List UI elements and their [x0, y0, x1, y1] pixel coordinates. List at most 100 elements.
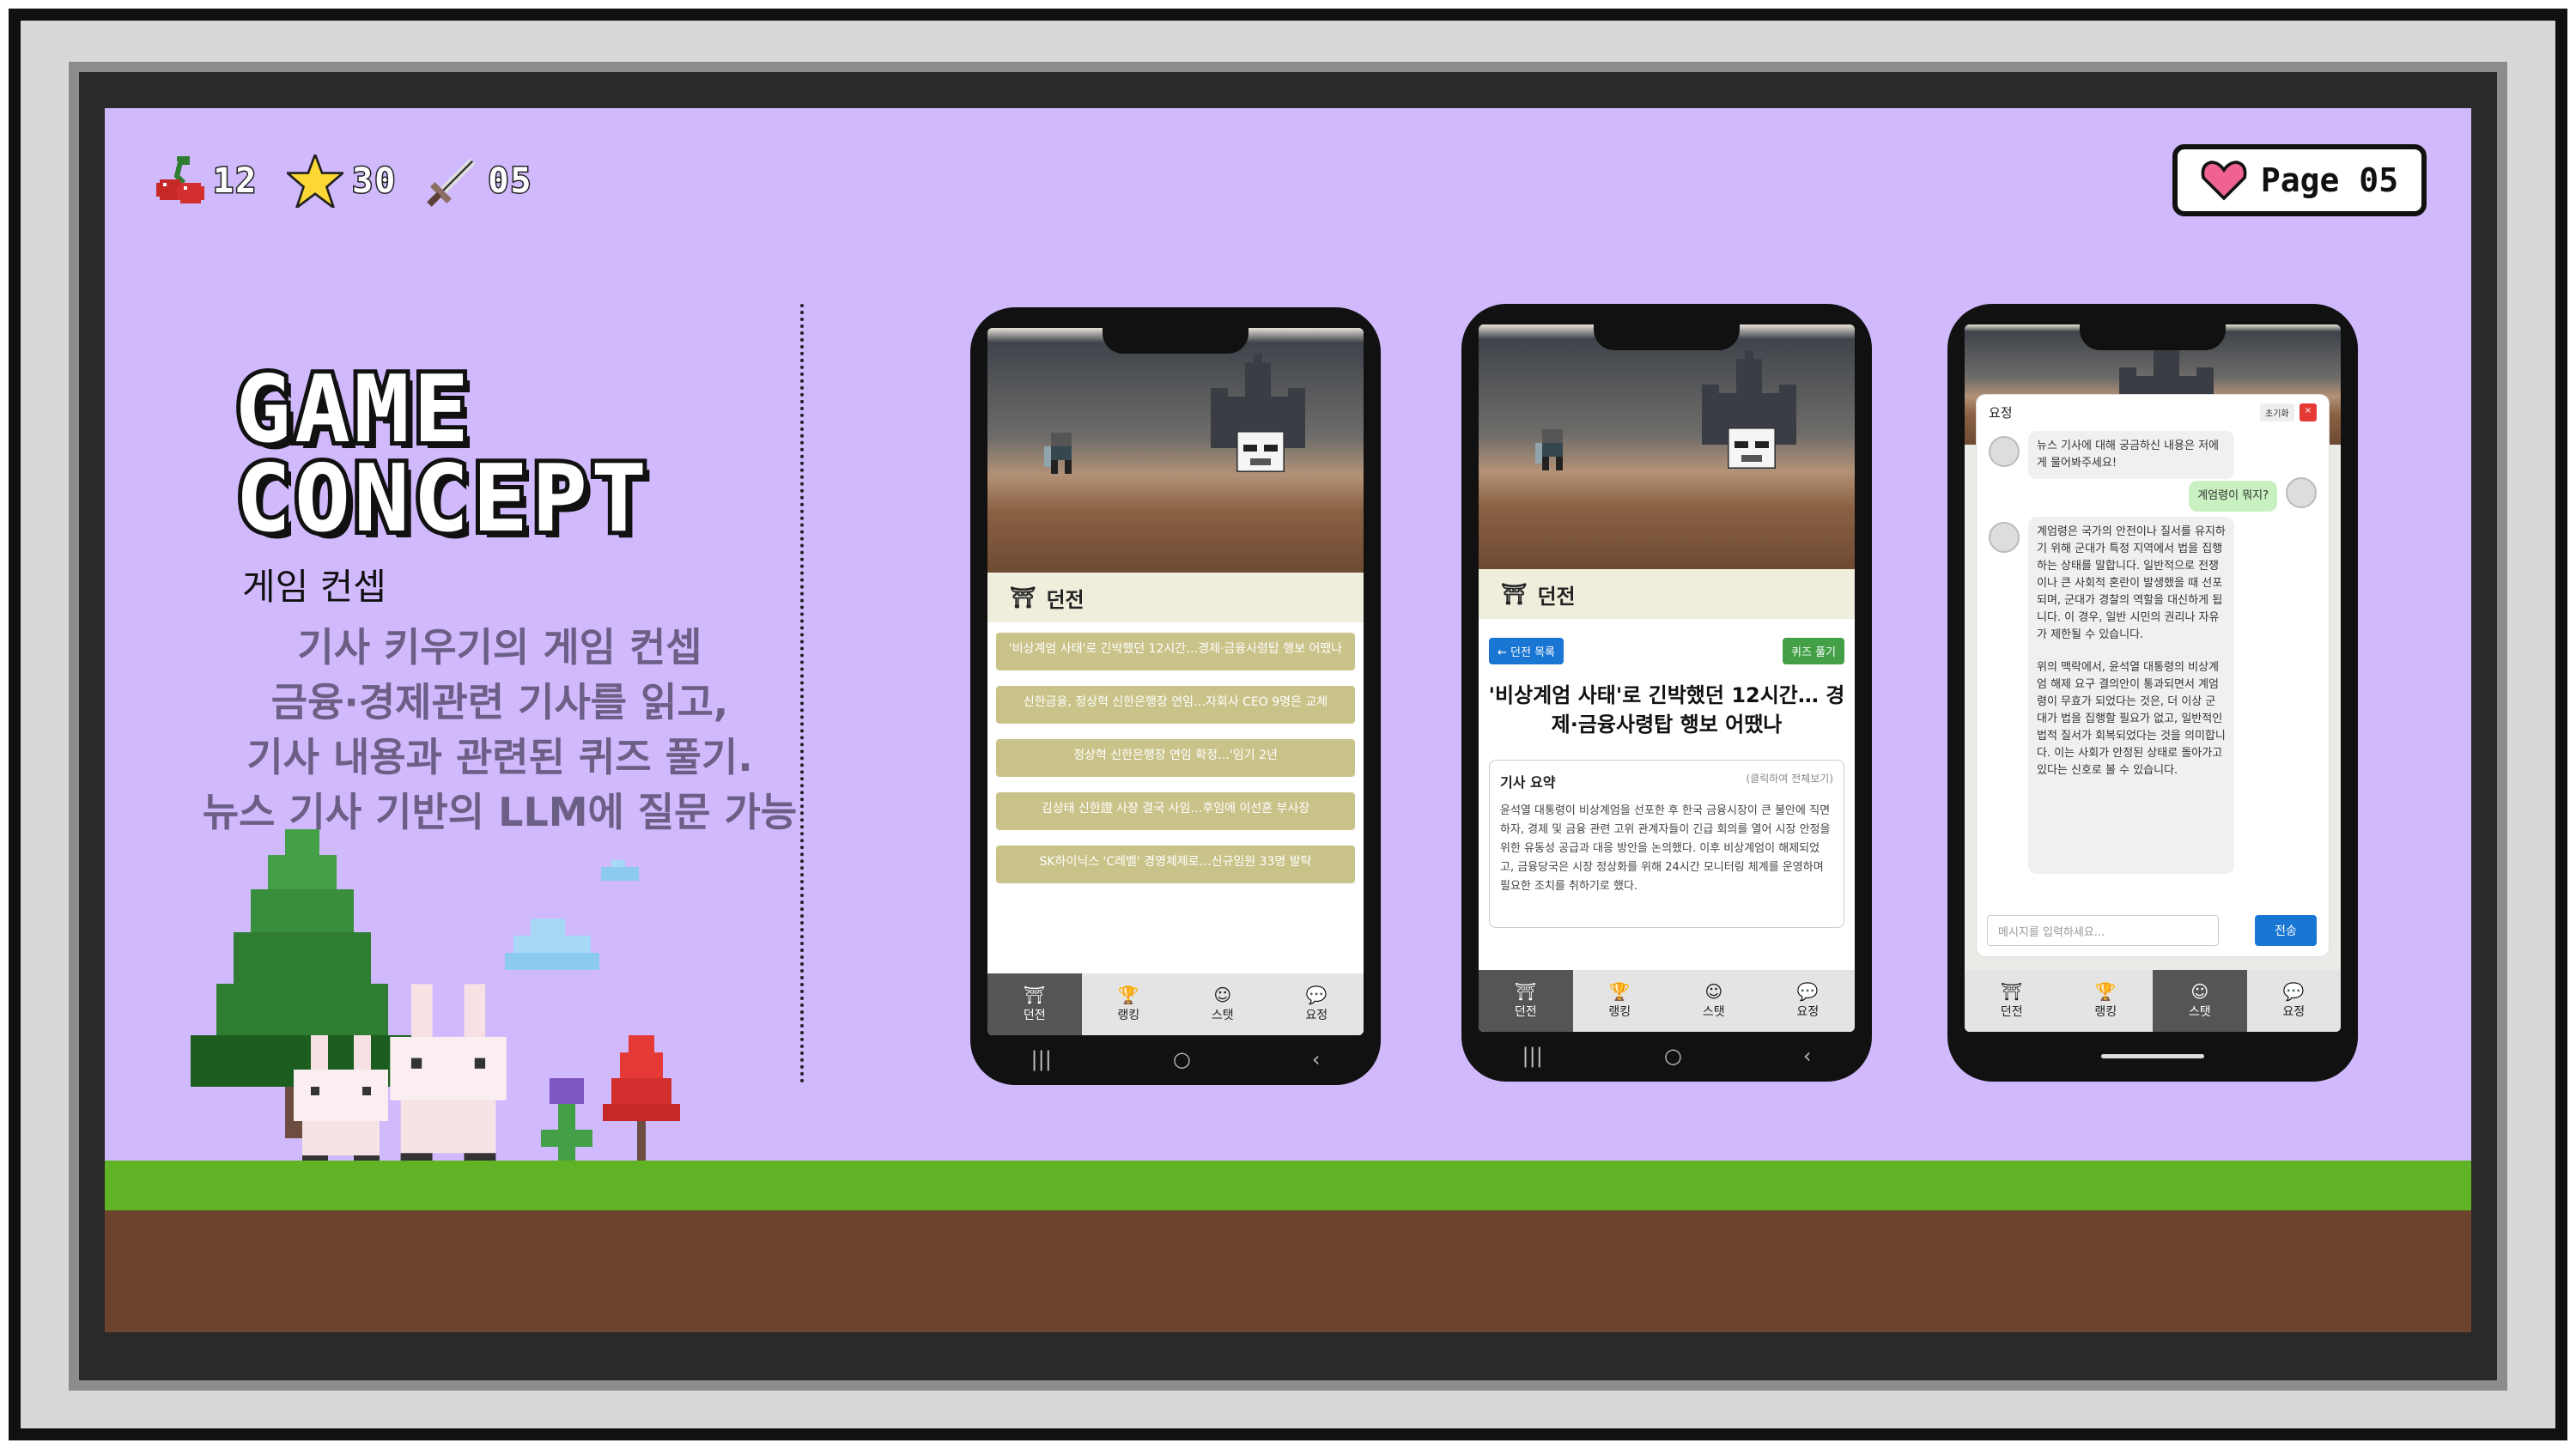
user-message: 계엄령이 뭐지? [2189, 481, 2277, 512]
fairy-message: 계엄령은 국가의 안전이나 질서를 유지하기 위해 군대가 특정 지역에서 법을… [2028, 517, 2234, 874]
trophy-icon: 🏆 [1117, 985, 1139, 1005]
article-list-item[interactable]: SK하이닉스 'C레벨' 경영체제로…신규임원 33명 발탁 [996, 846, 1355, 883]
cherry-icon [156, 156, 204, 203]
trophy-icon: 🏆 [2094, 981, 2117, 1002]
sword-counter: 05 [426, 155, 532, 208]
phone-notch [1103, 319, 1249, 354]
user-avatar [2286, 477, 2317, 508]
tulip-icon [541, 1078, 592, 1164]
article-summary-card[interactable]: 기사 요약 (클릭하여 전체보기) 윤석열 대통령이 비상계엄을 선포한 후 한… [1489, 760, 1844, 928]
phone-notch [1594, 316, 1740, 350]
tab-fairy[interactable]: 💬 요정 [1761, 970, 1856, 1032]
phone-mockup-dungeon-list: ⛩ 던전 '비상계엄 사태'로 긴박했던 12시간…경제·금융사령탑 행보 어땠… [970, 307, 1381, 1085]
tab-stats[interactable]: ☺ 스탯 [1176, 973, 1270, 1035]
dungeon-gate-icon: ⛩ [1024, 985, 1046, 1005]
phone-notch [2080, 316, 2226, 350]
paper-monster-icon [1728, 427, 1776, 469]
tab-label: 랭킹 [1608, 1005, 1631, 1019]
page-title: GAME CONCEPT [231, 356, 651, 553]
slide-stage: 12 30 05 Page 05 GAME CONCEPT 게임 컨셉 기사 키… [105, 108, 2471, 1332]
tab-stats[interactable]: ☺ 스탯 [1667, 970, 1761, 1032]
tab-ranking[interactable]: 🏆 랭킹 [2059, 970, 2154, 1032]
description-line: 기사 내용과 관련된 퀴즈 풀기. [246, 734, 753, 780]
pixel-grass [105, 1161, 2471, 1210]
tab-label: 요정 [1305, 1009, 1328, 1022]
tab-fairy[interactable]: 💬 요정 [2247, 970, 2342, 1032]
tab-ranking[interactable]: 🏆 랭킹 [1573, 970, 1668, 1032]
tab-fairy[interactable]: 💬 요정 [1270, 973, 1364, 1035]
article-list-item[interactable]: 신한금융, 정상혁 신한은행장 연임…자회사 CEO 9명은 교체 [996, 686, 1355, 724]
description-line: 금융·경제관련 기사를 읽고, [270, 679, 729, 725]
quiz-button[interactable]: 퀴즈 풀기 [1783, 638, 1844, 664]
home-indicator[interactable] [2101, 1053, 2204, 1058]
tab-ranking[interactable]: 🏆 랭킹 [1082, 973, 1176, 1035]
user-icon: ☺ [2190, 981, 2209, 1002]
fairy-chat-panel: 요정 초기화 × 뉴스 기사에 대해 궁금하신 내용은 저에게 물어봐주세요! … [1977, 395, 2329, 956]
tab-dungeon[interactable]: ⛩ 던전 [1479, 970, 1573, 1032]
tab-dungeon[interactable]: ⛩ 던전 [987, 973, 1082, 1035]
phone-screen: ⛩ 던전 '비상계엄 사태'로 긴박했던 12시간…경제·금융사령탑 행보 어땠… [987, 328, 1364, 1035]
title-line-2: CONCEPT [231, 446, 651, 553]
phone-screen: 요정 초기화 × 뉴스 기사에 대해 궁금하신 내용은 저에게 물어봐주세요! … [1965, 324, 2341, 1032]
home-button[interactable]: ○ [1173, 1047, 1191, 1071]
summary-header: 기사 요약 (클릭하여 전체보기) [1490, 761, 1844, 797]
tab-label: 스탯 [1702, 1005, 1725, 1019]
battle-scene [1479, 324, 1855, 569]
article-list-item[interactable]: '비상계엄 사태'로 긴박했던 12시간…경제·금융사령탑 행보 어땠나 [996, 633, 1355, 670]
battle-scene [987, 328, 1364, 573]
bottom-tab-bar: ⛩ 던전 🏆 랭킹 ☺ 스탯 💬 요정 [987, 973, 1364, 1035]
recents-button[interactable]: ||| [1031, 1047, 1052, 1071]
message-paragraph: 계엄령은 국가의 안전이나 질서를 유지하기 위해 군대가 특정 지역에서 법을… [2037, 525, 2226, 641]
article-list: '비상계엄 사태'로 긴박했던 12시간…경제·금융사령탑 행보 어땠나 신한금… [996, 633, 1355, 899]
cherry-counter: 12 [156, 155, 258, 207]
chat-bubble-icon: 💬 [1305, 985, 1327, 1005]
send-button[interactable]: 전송 [2255, 915, 2317, 946]
back-to-list-button[interactable]: ← 던전 목록 [1489, 638, 1564, 664]
tab-label: 스탯 [1211, 1009, 1234, 1022]
bunny-large-illustration [390, 984, 507, 1164]
back-button[interactable]: ‹ [1803, 1044, 1812, 1068]
chat-bubble-icon: 💬 [1796, 981, 1819, 1002]
tab-label: 랭킹 [1117, 1009, 1140, 1022]
paper-monster-icon [1236, 431, 1285, 472]
chat-title: 요정 [1989, 405, 2013, 421]
cherry-count: 12 [211, 161, 258, 203]
dungeon-header: ⛩ 던전 [987, 573, 1364, 622]
chat-bubble-icon: 💬 [2282, 981, 2305, 1002]
title-line-1: GAME [231, 356, 473, 464]
article-title: '비상계엄 사태'로 긴박했던 12시간… 경제·금융사령탑 행보 어땠나 [1488, 683, 1845, 737]
tab-label: 요정 [1796, 1005, 1820, 1019]
android-nav-bar: ||| ○ ‹ [970, 1042, 1381, 1076]
back-button[interactable]: ‹ [1312, 1047, 1321, 1071]
recents-button[interactable]: ||| [1522, 1044, 1543, 1068]
pixel-dirt [105, 1210, 2471, 1332]
article-detail: ← 던전 목록 퀴즈 풀기 '비상계엄 사태'로 긴박했던 12시간… 경제·금… [1479, 619, 1855, 970]
user-icon: ☺ [1704, 981, 1723, 1002]
dungeon-gate-icon: ⛩ [1501, 582, 1528, 606]
home-button[interactable]: ○ [1664, 1044, 1682, 1068]
article-list-item[interactable]: 김상태 신한證 사장 결국 사임…후임에 이선훈 부사장 [996, 792, 1355, 830]
summary-label: 기사 요약 [1500, 774, 1556, 791]
close-chat-button[interactable]: × [2299, 403, 2317, 421]
fairy-message: 뉴스 기사에 대해 궁금하신 내용은 저에게 물어봐주세요! [2028, 431, 2234, 479]
page-badge: Page 05 [2172, 144, 2427, 216]
tab-label: 던전 [1023, 1009, 1046, 1022]
page-subtitle: 게임 컨셉 [242, 566, 386, 608]
dungeon-title: 던전 [1046, 587, 1084, 612]
fairy-avatar [1989, 522, 2020, 553]
dungeon-gate-icon: ⛩ [2001, 981, 2023, 1002]
tab-dungeon[interactable]: ⛩ 던전 [1965, 970, 2059, 1032]
dungeon-title: 던전 [1537, 584, 1576, 609]
tab-stats[interactable]: ☺ 스탯 [2153, 970, 2247, 1032]
summary-text: 윤석열 대통령이 비상계엄을 선포한 후 한국 금융시장이 큰 불안에 직면하자… [1500, 804, 1831, 893]
chat-message-input[interactable]: 메시지를 입력하세요... [1987, 915, 2219, 946]
concept-description: 기사 키우기의 게임 컨셉 금융·경제관련 기사를 읽고, 기사 내용과 관련된… [165, 620, 835, 840]
dungeon-gate-icon: ⛩ [1515, 981, 1537, 1002]
knight-sprite-icon [1535, 429, 1563, 470]
article-list-item[interactable]: 정상혁 신한은행장 연임 확정…'임기 2년 [996, 739, 1355, 777]
page-label: Page 05 [2260, 161, 2399, 199]
small-cloud-icon [601, 860, 639, 881]
reset-chat-button[interactable]: 초기화 [2260, 403, 2294, 421]
tab-label: 요정 [2282, 1005, 2306, 1019]
phone-mockup-fairy-chat: 요정 초기화 × 뉴스 기사에 대해 궁금하신 내용은 저에게 물어봐주세요! … [1947, 304, 2358, 1082]
